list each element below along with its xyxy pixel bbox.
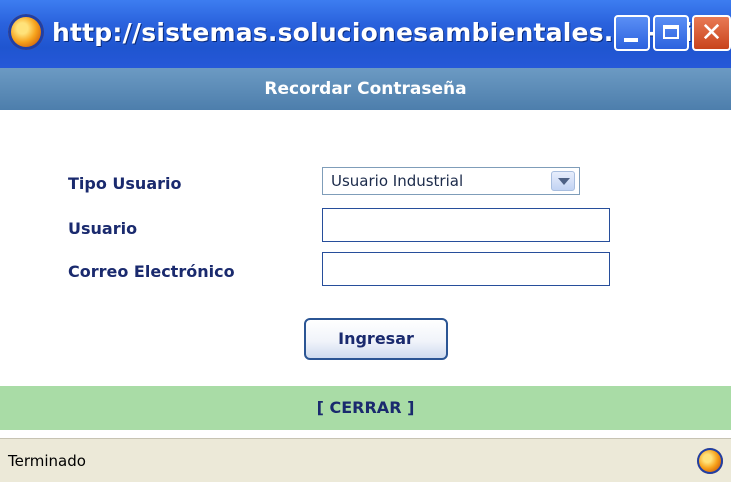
usuario-input[interactable] xyxy=(322,208,610,242)
tipo-usuario-select[interactable]: Usuario Industrial xyxy=(322,167,580,195)
chevron-down-icon xyxy=(558,178,570,185)
ingresar-button[interactable]: Ingresar xyxy=(304,318,448,360)
tipo-usuario-selected: Usuario Industrial xyxy=(331,172,464,190)
usuario-label: Usuario xyxy=(68,219,138,238)
firefox-icon xyxy=(8,14,44,50)
window-titlebar[interactable]: http://sistemas.solucionesambientales.cl… xyxy=(0,0,731,69)
status-bar: Terminado xyxy=(0,438,731,482)
dropdown-arrow-button[interactable] xyxy=(551,171,575,191)
correo-label: Correo Electrónico xyxy=(68,262,235,281)
close-icon: ✕ xyxy=(700,18,723,48)
correo-input[interactable] xyxy=(322,252,610,286)
minimize-icon xyxy=(624,38,638,42)
status-text: Terminado xyxy=(8,452,86,470)
tipo-usuario-label: Tipo Usuario xyxy=(68,174,182,193)
firefox-icon xyxy=(697,448,723,474)
close-window-button[interactable]: ✕ xyxy=(692,15,731,51)
dialog-title: Recordar Contraseña xyxy=(264,79,467,99)
dialog-header: Recordar Contraseña xyxy=(0,68,731,110)
minimize-button[interactable] xyxy=(614,15,650,51)
close-bar: [ CERRAR ] xyxy=(0,386,731,430)
maximize-icon xyxy=(663,25,679,39)
maximize-button[interactable] xyxy=(653,15,689,51)
cerrar-link[interactable]: [ CERRAR ] xyxy=(0,386,731,430)
